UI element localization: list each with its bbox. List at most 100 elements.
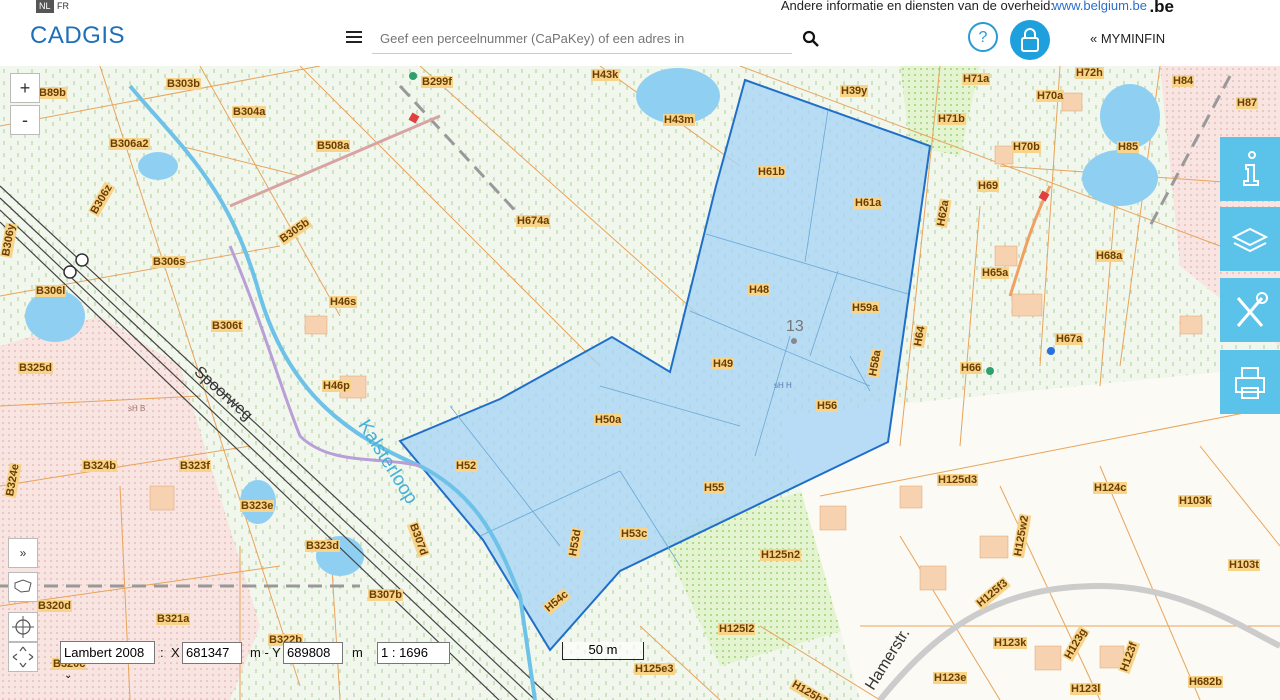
parcel-label: H123k [993, 637, 1028, 649]
parcel-label: H123l [1070, 683, 1102, 695]
y-unit: m [352, 645, 363, 660]
x-label: X [171, 645, 180, 660]
map-graphics [0, 66, 1280, 700]
parcel-label: H103k [1178, 495, 1213, 507]
parcel-label: H46s [329, 296, 358, 308]
scale-input[interactable]: 1 : 1696 [377, 642, 450, 664]
parcel-label: B306s [152, 256, 187, 268]
zoom-in-button[interactable]: + [10, 73, 40, 103]
belgium-map-icon [14, 579, 32, 593]
hamburger-icon[interactable] [346, 31, 362, 45]
layers-tool-button[interactable] [1220, 207, 1280, 271]
parcel-label: B321a [156, 613, 191, 625]
marker [63, 265, 77, 279]
parcel-label: H125e3 [634, 663, 675, 675]
zoom-out-button[interactable]: - [10, 105, 40, 135]
info-tool-button[interactable] [1220, 137, 1280, 201]
y-input[interactable]: 689808 [283, 642, 343, 664]
marker [409, 72, 417, 80]
myminfin-label: MYMINFIN [1100, 31, 1166, 46]
projection-value: Lambert 2008 [64, 645, 145, 660]
parcel-label: H69 [977, 180, 1000, 192]
parcel-label: B303b [166, 78, 202, 90]
parcel-label: H53c [620, 528, 649, 540]
coord-colon: : [160, 645, 164, 660]
parcel-label: H43m [663, 114, 695, 126]
parcel-label: H59a [851, 302, 880, 314]
parcel-label: B323f [179, 460, 211, 472]
parcel-label: B306a2 [109, 138, 150, 150]
parcel-label: B307b [368, 589, 404, 601]
parcel-label: B325d [18, 362, 54, 374]
parcel-label: H61b [757, 166, 786, 178]
parcel-label: H72h [1075, 67, 1104, 79]
parcel-label: H85 [1117, 141, 1140, 153]
parcel-label: B306l [35, 285, 67, 297]
parcel-label: H682b [1188, 676, 1224, 688]
move-icon [12, 646, 34, 668]
map-marker-label: sH H [774, 381, 792, 390]
parcel-label: H125l2 [718, 623, 756, 635]
login-button[interactable] [1010, 20, 1050, 60]
parcel-label: B323e [240, 500, 275, 512]
header: CADGIS ? « MYMINFIN [0, 14, 1280, 67]
svg-text:?: ? [979, 29, 988, 46]
parcel-label: H67a [1055, 333, 1084, 345]
parcel-label: H61a [854, 197, 883, 209]
parcel-label: H125n2 [760, 549, 802, 561]
lang-nl[interactable]: NL [36, 0, 54, 13]
parcel-label: B89b [38, 87, 67, 99]
parcel-label: H103t [1228, 559, 1260, 571]
y-label: m - Y [250, 645, 281, 660]
parcel-number: 13 [786, 318, 804, 335]
parcel-label: H71b [937, 113, 966, 125]
parcel-label: B320d [37, 600, 73, 612]
lang-fr[interactable]: FR [54, 0, 72, 13]
parcel-label: H70a [1036, 90, 1065, 102]
parcel-label: H125d3 [937, 474, 979, 486]
top-strip: NL FR Andere informatie en diensten van … [0, 0, 1280, 16]
projection-select[interactable]: Lambert 2008 ⌄ [60, 641, 155, 681]
parcel-label: B323d [305, 540, 341, 552]
parcel-label: H39y [840, 85, 869, 97]
parcel-label: H48 [748, 284, 771, 296]
tools-tool-button[interactable] [1220, 278, 1280, 342]
parcel-label: H49 [712, 358, 735, 370]
parcel-label: H66 [960, 362, 983, 374]
parcel-label: H70b [1012, 141, 1041, 153]
parcel-label: H123e [933, 672, 968, 684]
locate-button[interactable] [8, 612, 38, 642]
parcel-label: B304a [232, 106, 267, 118]
map-canvas[interactable]: B303b B304a B299f H43k H43m H39y H71a H72h H84 H8… [0, 66, 1280, 700]
parcel-label: H65a [981, 267, 1010, 279]
map-marker-label: sH B [128, 404, 146, 413]
question-icon: ? [979, 29, 988, 46]
print-tool-button[interactable] [1220, 350, 1280, 414]
parcel-label: H43k [591, 69, 620, 81]
gov-info-text: Andere informatie en diensten van de ove… [780, 0, 1054, 13]
expand-button[interactable]: » [8, 538, 38, 568]
marker [791, 338, 797, 344]
marker [1047, 347, 1055, 355]
parcel-label: H50a [594, 414, 623, 426]
cadgis-logo[interactable]: CADGIS [30, 22, 125, 50]
parcel-label: H87 [1236, 97, 1259, 109]
parcel-label: H46p [322, 380, 351, 392]
parcel-label: H124c [1093, 482, 1128, 494]
belgium-map-button[interactable] [8, 572, 38, 602]
search-icon[interactable] [802, 30, 820, 48]
parcel-label: H84 [1172, 75, 1195, 87]
parcel-label: B508a [316, 140, 351, 152]
search-input[interactable] [372, 24, 792, 54]
expand-icon: » [19, 546, 27, 560]
parcel-label: H52 [455, 460, 478, 472]
layers-icon [1231, 227, 1269, 253]
parcel-label: B299f [421, 76, 453, 88]
help-button[interactable]: ? [968, 22, 998, 52]
belgium-link[interactable]: www.belgium.be [1052, 0, 1147, 13]
x-input[interactable]: 681347 [182, 642, 242, 664]
move-button[interactable] [8, 642, 38, 672]
print-icon [1235, 367, 1265, 399]
myminfin-link[interactable]: « MYMINFIN [1090, 31, 1165, 46]
parcel-label: H68a [1095, 250, 1124, 262]
